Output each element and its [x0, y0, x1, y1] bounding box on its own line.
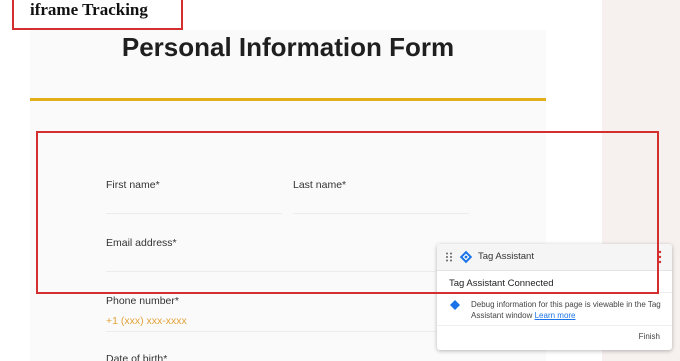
learn-more-link[interactable]: Learn more: [535, 311, 576, 320]
tag-assistant-header: Tag Assistant: [437, 244, 672, 271]
first-name-label: First name*: [106, 179, 160, 191]
phone-label: Phone number*: [106, 295, 179, 307]
first-name-underline: [106, 213, 282, 214]
tag-assistant-title: Tag Assistant: [478, 251, 534, 262]
more-vert-icon[interactable]: [658, 250, 662, 264]
phone-input[interactable]: [106, 313, 436, 329]
last-name-input[interactable]: [293, 194, 469, 210]
tag-assistant-panel: Tag Assistant Tag Assistant Connected De…: [437, 244, 672, 350]
tag-assistant-bottom-divider: [437, 325, 672, 326]
email-label: Email address*: [106, 237, 177, 249]
phone-underline: [106, 331, 436, 332]
first-name-input[interactable]: [106, 194, 282, 210]
form-title: Personal Information Form: [121, 32, 455, 62]
tag-assistant-logo-icon: [459, 250, 473, 264]
tag-assistant-debug-message: Debug information for this page is viewa…: [471, 299, 661, 321]
title-accent-rule: [30, 98, 546, 101]
email-input[interactable]: [106, 252, 436, 268]
last-name-label: Last name*: [293, 179, 347, 191]
tag-assistant-status: Tag Assistant Connected: [449, 278, 554, 289]
drag-handle-icon[interactable]: [445, 252, 453, 262]
dob-label: Date of birth*: [106, 353, 168, 361]
annotation-label: iframe Tracking: [30, 0, 148, 19]
email-underline: [106, 271, 436, 272]
debug-diamond-icon: [450, 300, 460, 310]
finish-button[interactable]: Finish: [639, 332, 660, 341]
tag-assistant-divider: [437, 292, 672, 293]
page: Personal Information Form iframe Trackin…: [0, 0, 680, 361]
last-name-underline: [293, 213, 469, 214]
